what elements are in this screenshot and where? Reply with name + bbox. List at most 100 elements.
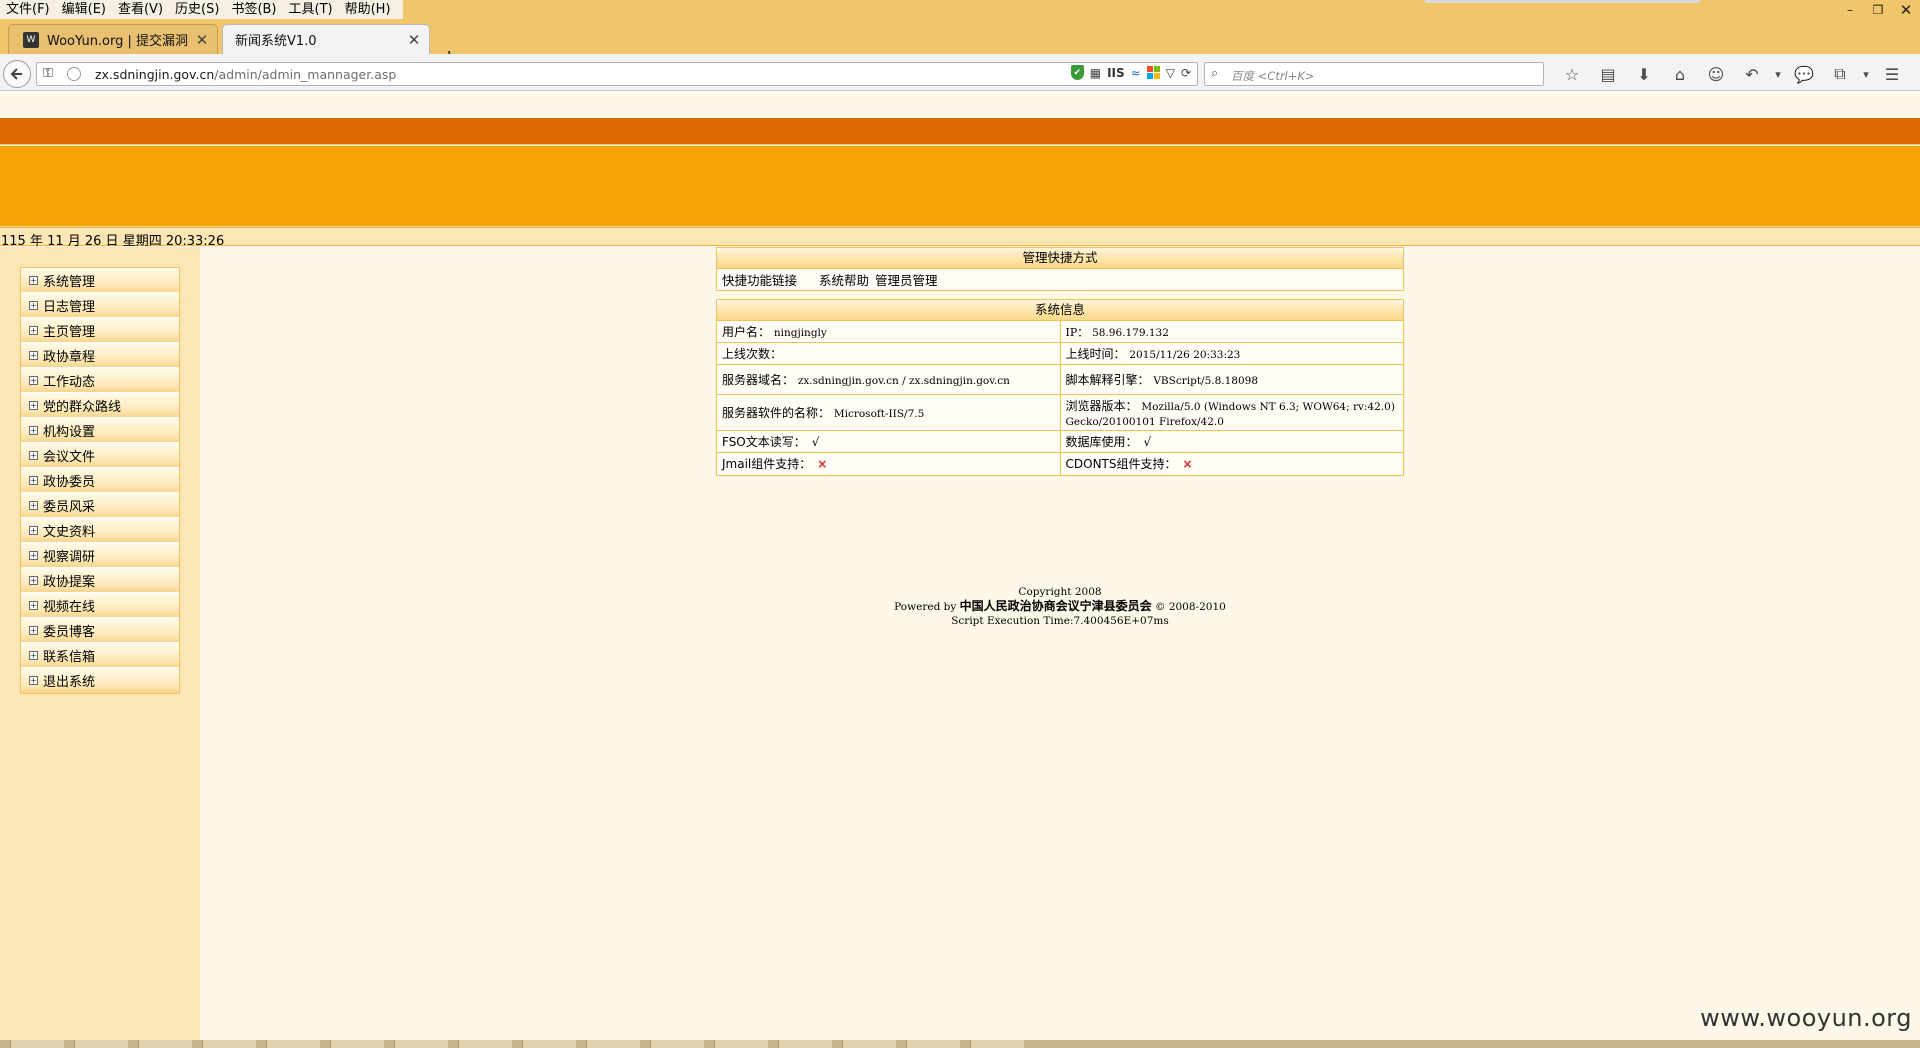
powered-by-years: © 2008-2010: [1154, 601, 1226, 613]
windows-logo-icon[interactable]: [1146, 66, 1160, 79]
taskbar-item[interactable]: [138, 1040, 192, 1048]
taskbar-item[interactable]: [842, 1040, 896, 1048]
iis-badge[interactable]: IIS: [1107, 66, 1125, 80]
menu-view[interactable]: 查看(V): [112, 0, 169, 19]
sidebar-item-video[interactable]: + 视频在线: [21, 593, 179, 618]
back-button[interactable]: [3, 60, 31, 88]
taskbar-item[interactable]: [650, 1040, 704, 1048]
qr-code-icon[interactable]: ▦: [1090, 66, 1101, 80]
restore-button[interactable]: ❐: [1864, 0, 1892, 20]
sidebar-item-system[interactable]: + 系统管理: [21, 268, 179, 293]
reading-list-icon[interactable]: ▤: [1590, 62, 1626, 86]
script-engine-value: VBScript/5.8.18098: [1153, 375, 1259, 387]
hamburger-menu-icon[interactable]: ☰: [1874, 62, 1910, 86]
sidebar-item-label: 视频在线: [43, 599, 96, 615]
download-icon[interactable]: ⬇: [1626, 62, 1662, 86]
server-domain-value: zx.sdningjin.gov.cn / zx.sdningjin.gov.c…: [797, 375, 1010, 387]
sidebar-item-homepage[interactable]: + 主页管理: [21, 318, 179, 343]
tilde-icon[interactable]: ≈: [1131, 66, 1141, 80]
sidebar-item-member-profiles[interactable]: + 委员风采: [21, 493, 179, 518]
tab-news-system[interactable]: 新闻系统V1.0 ✕: [222, 24, 430, 54]
info-cell: FSO文本读写： √: [717, 430, 1061, 453]
expand-icon: +: [29, 350, 38, 360]
menu-history[interactable]: 历史(S): [169, 0, 225, 19]
powered-by-prefix: Powered by: [894, 601, 957, 613]
tab-bar: W WooYun.org | 提交漏洞 ✕ 新闻系统V1.0 ✕ +: [0, 20, 1920, 71]
taskbar-item[interactable]: [714, 1040, 768, 1048]
expand-icon: +: [29, 600, 38, 610]
taskbar-item[interactable]: [906, 1040, 960, 1048]
dropdown-icon[interactable]: ▽: [1166, 66, 1175, 80]
back-arrow-icon: [10, 68, 22, 80]
sidebar-item-mailbox[interactable]: + 联系信箱: [21, 643, 179, 668]
expand-icon: +: [29, 475, 38, 485]
system-help-link[interactable]: 系统帮助: [819, 270, 869, 289]
screenshot-dropdown-icon[interactable]: ▾: [1858, 62, 1874, 86]
url-text[interactable]: zx.sdningjin.gov.cn/admin/admin_mannager…: [95, 67, 396, 82]
close-tab-icon[interactable]: ✕: [193, 31, 211, 49]
menu-file[interactable]: 文件(F): [0, 0, 56, 19]
expand-icon: +: [29, 375, 38, 385]
jmail-label: Jmail组件支持：: [722, 457, 812, 472]
sidebar-item-label: 退出系统: [43, 675, 96, 690]
bookmark-star-icon[interactable]: ☆: [1554, 62, 1590, 86]
search-box[interactable]: ⌕ 百度 <Ctrl+K>: [1204, 62, 1544, 86]
info-cell: 上线次数：: [717, 342, 1061, 365]
chat-icon[interactable]: 💬: [1786, 62, 1822, 86]
reload-icon[interactable]: ⟳: [1181, 66, 1191, 80]
screenshot-icon[interactable]: ⧉: [1822, 62, 1858, 86]
sidebar-item-log[interactable]: + 日志管理: [21, 293, 179, 318]
menu-help[interactable]: 帮助(H): [339, 0, 397, 19]
taskbar-item[interactable]: [458, 1040, 512, 1048]
script-engine-label: 脚本解释引擎：: [1065, 373, 1150, 387]
hello-icon[interactable]: ☺: [1698, 62, 1734, 86]
taskbar-item[interactable]: [202, 1040, 256, 1048]
sidebar-item-blog[interactable]: + 委员博客: [21, 618, 179, 643]
sidebar-item-label: 政协章程: [43, 349, 96, 365]
taskbar-item[interactable]: [586, 1040, 640, 1048]
close-window-button[interactable]: ✕: [1892, 0, 1920, 20]
taskbar-item[interactable]: [266, 1040, 320, 1048]
expand-icon: +: [29, 400, 38, 410]
menu-tools[interactable]: 工具(T): [283, 0, 339, 19]
admin-manage-link[interactable]: 管理员管理: [875, 270, 938, 289]
taskbar-item[interactable]: [394, 1040, 448, 1048]
menu-edit[interactable]: 编辑(E): [56, 0, 112, 19]
sidebar-item-charter[interactable]: + 政协章程: [21, 343, 179, 368]
expand-icon: +: [29, 275, 38, 285]
sidebar-item-organization[interactable]: + 机构设置: [21, 418, 179, 443]
sidebar-item-label: 会议文件: [43, 449, 96, 465]
sidebar-item-news[interactable]: + 工作动态: [21, 368, 179, 393]
sidebar-item-label: 机构设置: [43, 424, 96, 440]
info-cell: 用户名： ningjingly: [717, 320, 1061, 343]
sidebar-item-label: 联系信箱: [43, 649, 96, 665]
sidebar-item-meeting-docs[interactable]: + 会议文件: [21, 443, 179, 468]
home-icon[interactable]: ⌂: [1662, 62, 1698, 86]
server-software-value: Microsoft-IIS/7.5: [833, 408, 925, 420]
taskbar-item[interactable]: [970, 1040, 1024, 1048]
login-time-value: 2015/11/26 20:33:23: [1129, 349, 1241, 361]
taskbar-item[interactable]: [778, 1040, 832, 1048]
info-cell: 浏览器版本： Mozilla/5.0 (Windows NT 6.3; WOW6…: [1060, 394, 1403, 431]
undo-icon[interactable]: ↶: [1734, 62, 1770, 86]
system-info-table: 用户名： ningjingly IP： 58.96.179.132 上线次数： …: [717, 320, 1403, 475]
taskbar-item[interactable]: [522, 1040, 576, 1048]
sidebar-item-logout[interactable]: + 退出系统: [21, 668, 179, 693]
shield-icon[interactable]: ✔: [1070, 65, 1084, 80]
address-bar[interactable]: ⚿ zx.sdningjin.gov.cn/admin/admin_mannag…: [36, 62, 1198, 86]
table-row: Jmail组件支持： × CDONTS组件支持： ×: [717, 452, 1403, 475]
minimize-button[interactable]: –: [1836, 0, 1864, 20]
sidebar-item-members[interactable]: + 政协委员: [21, 468, 179, 493]
sidebar-item-inspection[interactable]: + 视察调研: [21, 543, 179, 568]
database-label: 数据库使用：: [1065, 435, 1138, 449]
taskbar-item[interactable]: [74, 1040, 128, 1048]
menu-bookmarks[interactable]: 书签(B): [225, 0, 282, 19]
sidebar-item-history[interactable]: + 文史资料: [21, 518, 179, 543]
taskbar-item[interactable]: [330, 1040, 384, 1048]
sidebar-item-mass-line[interactable]: + 党的群众路线: [21, 393, 179, 418]
sidebar-item-proposals[interactable]: + 政协提案: [21, 568, 179, 593]
undo-dropdown-icon[interactable]: ▾: [1770, 62, 1786, 86]
close-tab-icon[interactable]: ✕: [405, 31, 423, 49]
taskbar-item[interactable]: [10, 1040, 64, 1048]
tab-wooyun[interactable]: W WooYun.org | 提交漏洞 ✕: [8, 24, 218, 54]
